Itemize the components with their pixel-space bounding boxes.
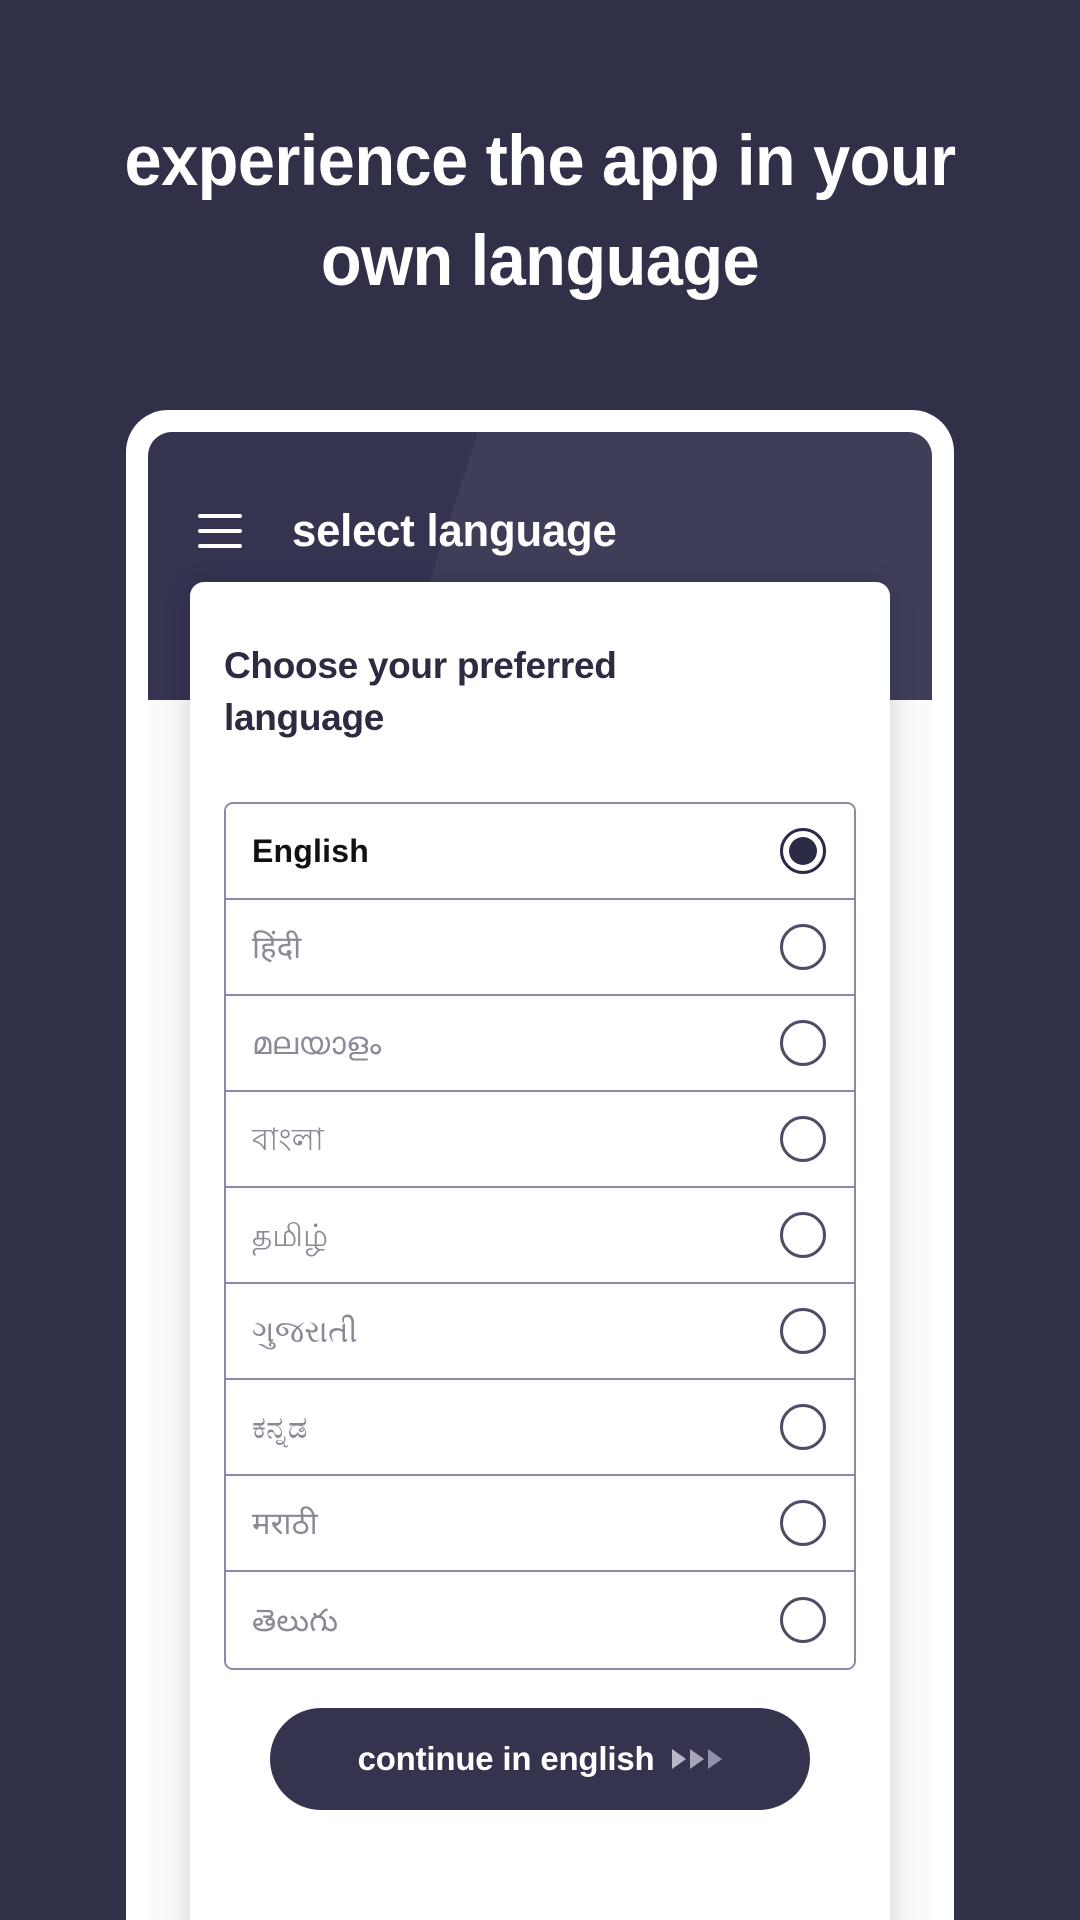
language-row[interactable]: తెలుగు	[226, 1572, 854, 1668]
language-row[interactable]: ગુજરાતી	[226, 1284, 854, 1380]
continue-button[interactable]: continue in english	[270, 1708, 810, 1810]
radio-button[interactable]	[780, 1116, 826, 1162]
language-row[interactable]: தமிழ்	[226, 1188, 854, 1284]
radio-button[interactable]	[780, 1404, 826, 1450]
radio-button[interactable]	[780, 924, 826, 970]
language-label: తెలుగు	[252, 1602, 339, 1638]
hamburger-menu-icon[interactable]	[198, 513, 242, 548]
language-label: मराठी	[252, 1505, 318, 1541]
radio-button[interactable]	[780, 1020, 826, 1066]
language-label: বাংলা	[252, 1121, 325, 1157]
language-row[interactable]: हिंदी	[226, 900, 854, 996]
language-label: தமிழ்	[252, 1217, 329, 1253]
language-label: हिंदी	[252, 929, 302, 965]
radio-button[interactable]	[780, 1212, 826, 1258]
phone-mockup-frame: select language Choose your preferred la…	[126, 410, 954, 1920]
language-label: ગુજરાતી	[252, 1313, 358, 1349]
language-row[interactable]: മലയാളം	[226, 996, 854, 1092]
language-row[interactable]: বাংলা	[226, 1092, 854, 1188]
radio-button[interactable]	[780, 1500, 826, 1546]
radio-button[interactable]	[780, 1597, 826, 1643]
page-title: experience the app in your own language	[124, 122, 957, 301]
language-row[interactable]: English	[226, 804, 854, 900]
language-card: Choose your preferred language English हि…	[190, 582, 890, 1920]
language-row[interactable]: ಕನ್ನಡ	[226, 1380, 854, 1476]
language-row[interactable]: मराठी	[226, 1476, 854, 1572]
card-heading: Choose your preferred language	[224, 645, 617, 738]
radio-button[interactable]	[780, 1308, 826, 1354]
language-label: English	[252, 833, 369, 869]
triple-chevron-right-icon	[672, 1749, 723, 1769]
promo-screen: experience the app in your own language …	[0, 0, 1080, 1920]
continue-button-label: continue in english	[357, 1740, 655, 1777]
language-list: English हिंदी മലയാളം বাংলা தமிழ் ગુજરાતી ಕನ್ನಡ…	[224, 802, 856, 1670]
radio-button-selected[interactable]	[780, 828, 826, 874]
language-label: മലയാളം	[252, 1025, 382, 1061]
phone-screen: select language Choose your preferred la…	[148, 432, 932, 1920]
app-header-title: select language	[292, 505, 617, 556]
language-label: ಕನ್ನಡ	[252, 1409, 308, 1445]
